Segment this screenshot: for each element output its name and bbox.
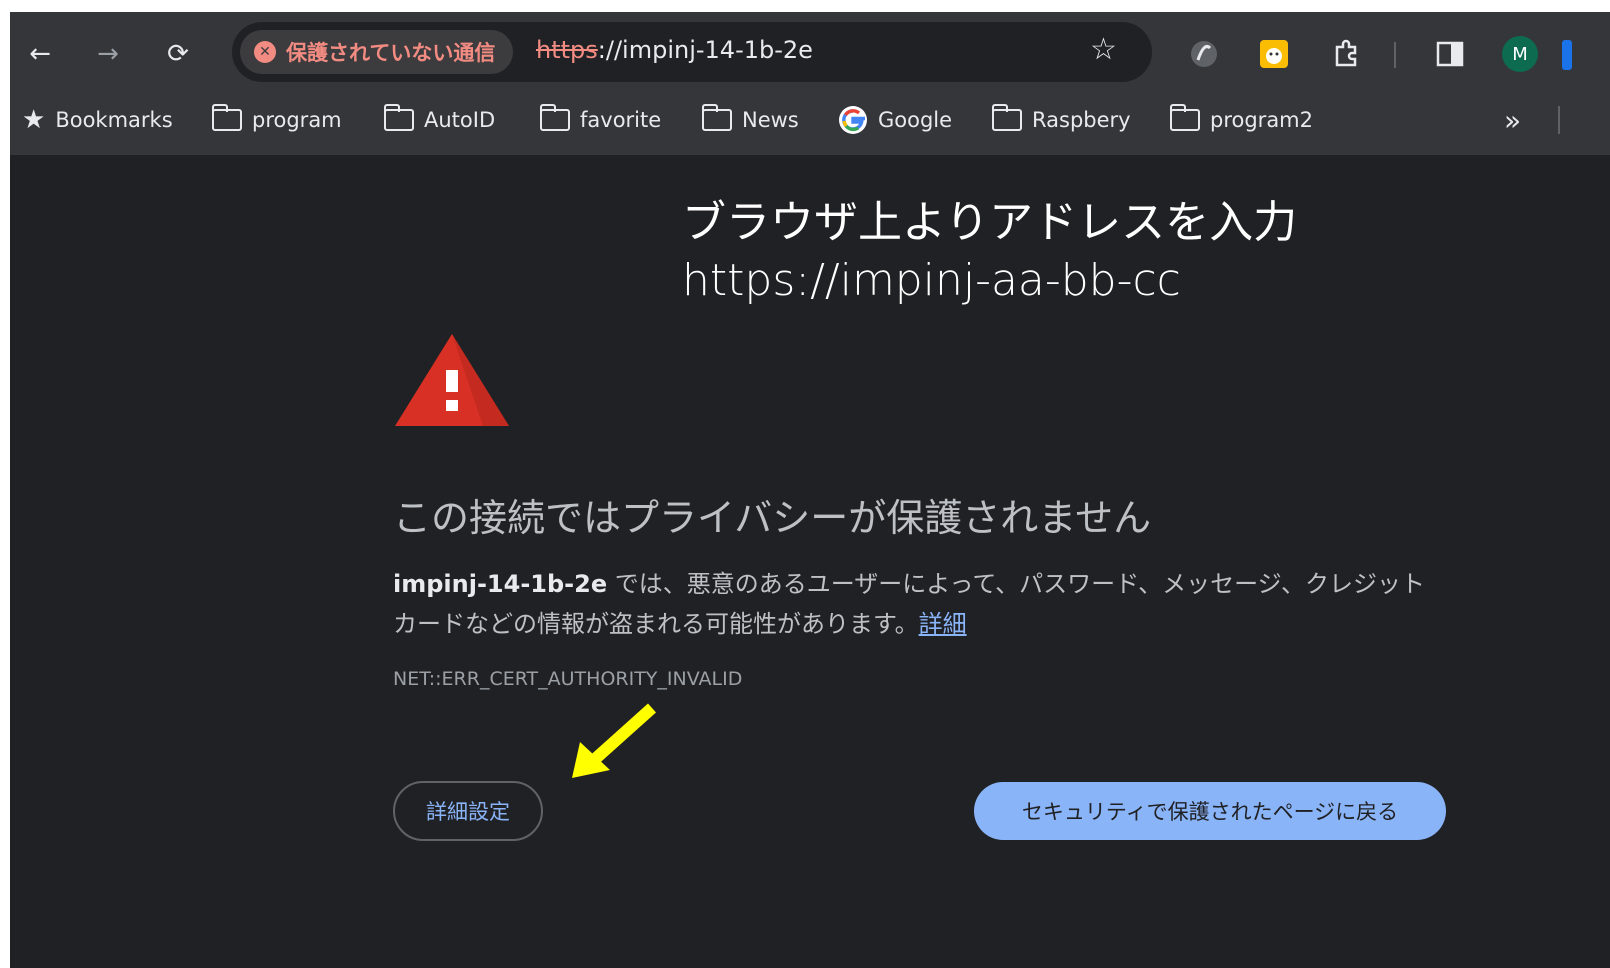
bookmark-label: Google: [878, 108, 953, 132]
not-secure-icon: ✕: [254, 41, 276, 63]
warning-description: impinj-14-1b-2e では、悪意のあるユーザーによって、パスワード、メ…: [393, 564, 1453, 644]
security-chip-label: 保護されていない通信: [286, 41, 496, 65]
error-code: NET::ERR_CERT_AUTHORITY_INVALID: [393, 668, 743, 690]
warning-triangle-icon: [395, 334, 509, 426]
profile-avatar[interactable]: M: [1500, 34, 1540, 74]
folder-icon: [383, 104, 414, 131]
yellow-arrow-icon: [572, 703, 657, 778]
bookmark-label: favorite: [580, 108, 662, 132]
url-host: ://impinj-14-1b-2e: [597, 36, 813, 64]
security-chip[interactable]: ✕ 保護されていない通信: [240, 30, 514, 74]
bookmark-item-google[interactable]: Google: [838, 98, 952, 142]
bookmark-item-news[interactable]: News: [701, 98, 799, 142]
extension-icon[interactable]: [1184, 34, 1224, 74]
bookmark-label: AutoID: [424, 108, 496, 132]
bookmark-label: program2: [1210, 108, 1314, 132]
bookmark-item-raspbery[interactable]: Raspbery: [991, 98, 1131, 142]
bookmark-label: Raspbery: [1032, 108, 1131, 132]
bookmarks-overflow-icon[interactable]: »: [1504, 98, 1521, 142]
bookmark-star-icon[interactable]: ☆: [1090, 32, 1117, 67]
advanced-button[interactable]: 詳細設定: [393, 781, 543, 841]
profile-initial: M: [1502, 36, 1538, 72]
details-link[interactable]: 詳細: [919, 610, 967, 638]
google-icon: [839, 106, 867, 134]
reload-icon[interactable]: ⟳: [158, 34, 198, 74]
browser-window: ← → ⟳ ✕ 保護されていない通信 https://impinj-14-1b-…: [10, 12, 1610, 968]
folder-icon: [1169, 104, 1200, 131]
bookmark-label: program: [252, 108, 342, 132]
folder-icon: [539, 104, 570, 131]
host-name: impinj-14-1b-2e: [393, 570, 608, 598]
menu-edge[interactable]: [1562, 40, 1572, 70]
bookmark-item-program2[interactable]: program2: [1169, 98, 1314, 142]
bookmark-label: Bookmarks: [55, 108, 173, 132]
toolbar-divider: [1394, 42, 1396, 68]
address-bar[interactable]: ✕ 保護されていない通信 https://impinj-14-1b-2e ☆: [232, 22, 1152, 82]
bookmark-label: News: [742, 108, 799, 132]
annotation-text: ブラウザ上よりアドレスを入力 https://impinj-aa-bb-cc: [682, 194, 1297, 310]
back-icon[interactable]: ←: [20, 34, 60, 74]
folder-icon: [991, 104, 1022, 131]
extensions-puzzle-icon[interactable]: [1326, 34, 1366, 74]
side-panel-icon[interactable]: [1430, 34, 1470, 74]
folder-icon: [211, 104, 242, 131]
folder-icon: [701, 104, 732, 131]
bookmark-item-favorite[interactable]: favorite: [539, 98, 662, 142]
page-title: この接続ではプライバシーが保護されません: [393, 496, 1152, 540]
bookmarks-bar: ★ Bookmarks program AutoID favorite News: [10, 98, 1610, 142]
url-scheme: https: [536, 36, 598, 64]
back-to-safety-button[interactable]: セキュリティで保護されたページに戻る: [974, 782, 1446, 840]
bookmark-item-autoid[interactable]: AutoID: [383, 98, 496, 142]
browser-toolbar: ← → ⟳ ✕ 保護されていない通信 https://impinj-14-1b-…: [10, 12, 1610, 155]
forward-icon[interactable]: →: [88, 34, 128, 74]
annotation-line-2: https://impinj-aa-bb-cc: [682, 255, 1181, 306]
star-icon: ★: [22, 105, 46, 135]
bookmarks-divider: [1558, 106, 1560, 134]
bookmark-item-bookmarks[interactable]: ★ Bookmarks: [22, 98, 173, 142]
extension-icon[interactable]: [1254, 34, 1294, 74]
annotation-line-1: ブラウザ上よりアドレスを入力: [682, 197, 1298, 248]
url-text[interactable]: https://impinj-14-1b-2e: [536, 36, 813, 64]
bookmark-item-program[interactable]: program: [211, 98, 342, 142]
